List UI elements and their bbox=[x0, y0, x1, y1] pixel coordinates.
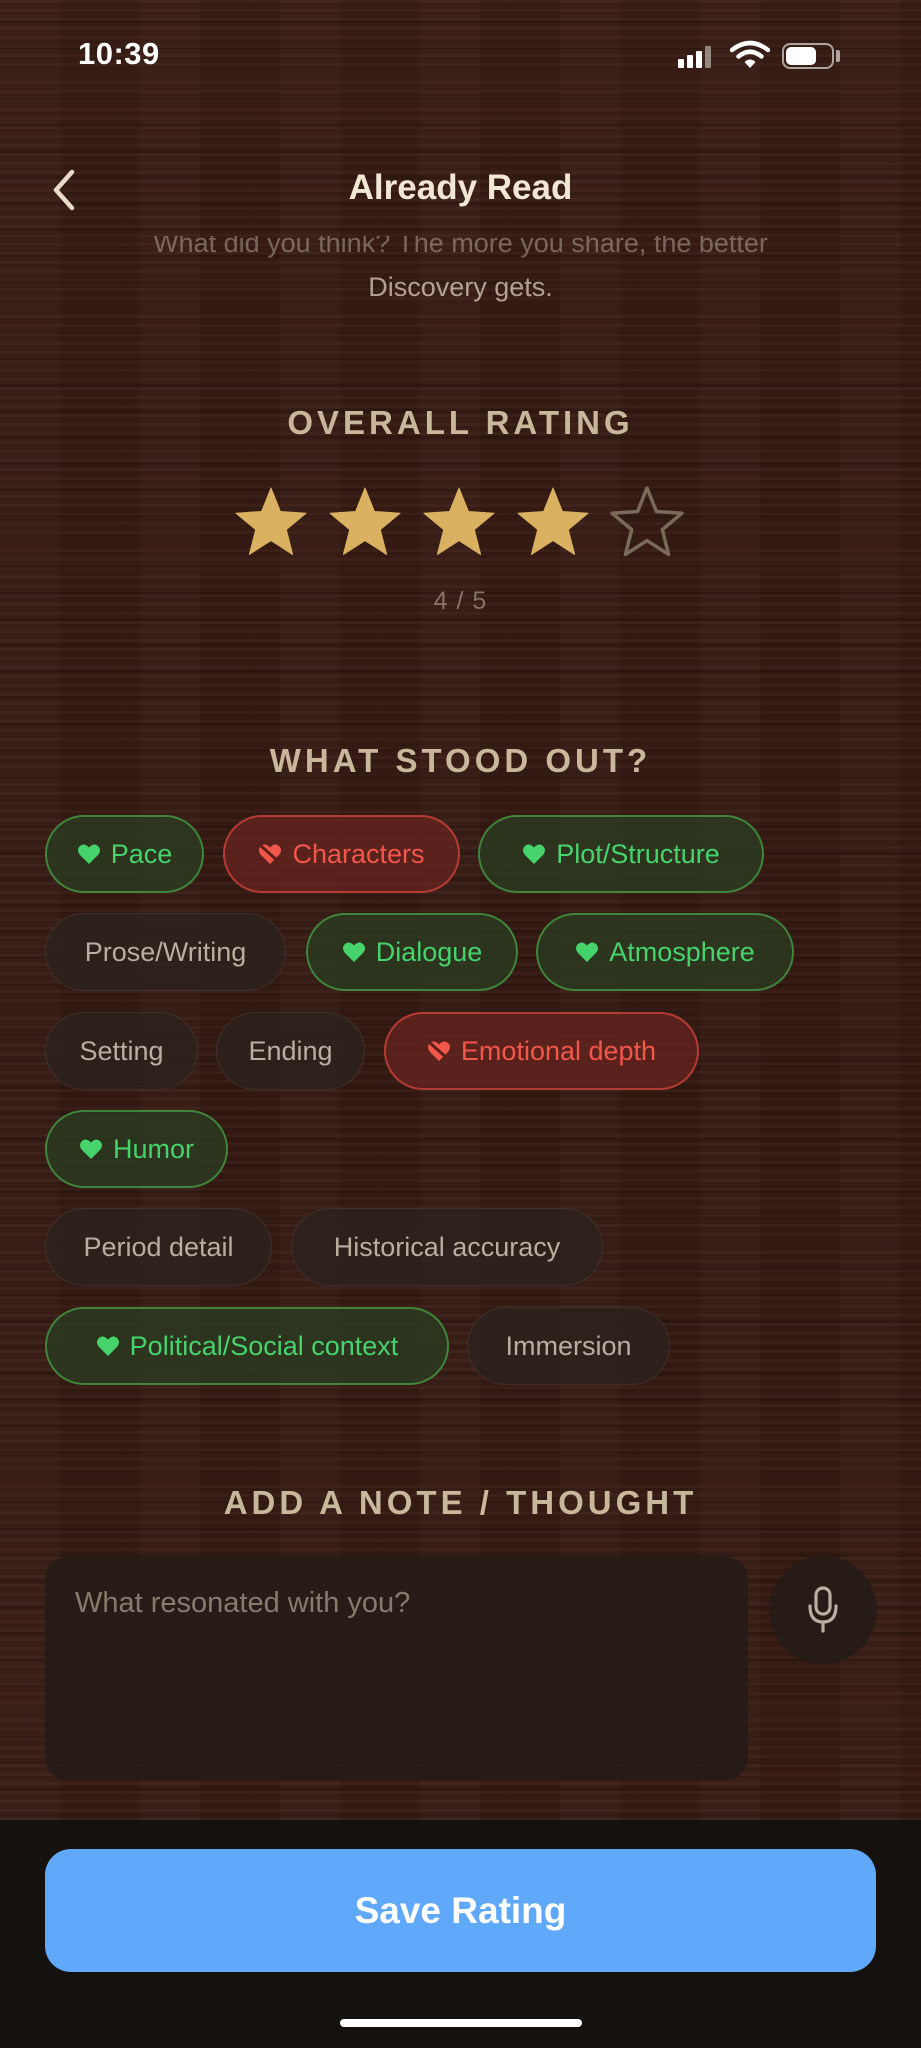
chip-prose-writing[interactable]: Prose/Writing bbox=[45, 913, 286, 991]
heart-icon bbox=[77, 843, 101, 865]
chip-label: Historical accuracy bbox=[333, 1231, 561, 1262]
heart-icon bbox=[575, 941, 599, 963]
chip-label: Period detail bbox=[83, 1231, 234, 1262]
chip-label: Characters bbox=[292, 838, 425, 869]
heart-crossed-icon bbox=[258, 843, 282, 865]
chip-atmosphere[interactable]: Atmosphere bbox=[536, 913, 794, 991]
heart-icon bbox=[522, 843, 546, 865]
chip-humor[interactable]: Humor bbox=[45, 1110, 228, 1188]
chip-label: Plot/Structure bbox=[556, 838, 720, 869]
save-rating-button[interactable]: Save Rating bbox=[45, 1849, 876, 1972]
chip-pace[interactable]: Pace bbox=[45, 815, 204, 893]
status-time: 10:39 bbox=[78, 36, 160, 71]
chip-plot-structure[interactable]: Plot/Structure bbox=[478, 815, 764, 893]
star-filled-icon[interactable] bbox=[514, 484, 592, 562]
chip-setting[interactable]: Setting bbox=[45, 1012, 198, 1090]
chip-characters[interactable]: Characters bbox=[223, 815, 460, 893]
wifi-icon bbox=[729, 40, 771, 70]
chip-period-detail[interactable]: Period detail bbox=[45, 1208, 272, 1286]
chip-ending[interactable]: Ending bbox=[216, 1012, 365, 1090]
chip-historical-accuracy[interactable]: Historical accuracy bbox=[291, 1208, 603, 1286]
page-title: Already Read bbox=[348, 168, 573, 207]
stood-out-heading: WHAT STOOD OUT? bbox=[269, 742, 652, 779]
intro-line-partial: What did you think? The more you share, … bbox=[153, 236, 768, 258]
chip-label: Immersion bbox=[505, 1330, 632, 1361]
note-input[interactable] bbox=[45, 1557, 748, 1780]
rating-caption: 4 / 5 bbox=[433, 587, 488, 615]
chip-label: Prose/Writing bbox=[84, 936, 247, 967]
cellular-signal-icon bbox=[678, 44, 714, 68]
overall-rating-heading: OVERALL RATING bbox=[287, 404, 634, 441]
chip-label: Atmosphere bbox=[609, 936, 755, 967]
star-filled-icon[interactable] bbox=[326, 484, 404, 562]
chip-label: Dialogue bbox=[375, 936, 483, 967]
star-empty-icon[interactable] bbox=[608, 484, 686, 562]
chip-emotional-depth[interactable]: Emotional depth bbox=[384, 1012, 699, 1090]
heart-icon bbox=[342, 941, 366, 963]
chip-label: Political/Social context bbox=[129, 1330, 399, 1361]
chip-immersion[interactable]: Immersion bbox=[467, 1307, 670, 1385]
star-filled-icon[interactable] bbox=[420, 484, 498, 562]
star-rating[interactable] bbox=[232, 484, 686, 564]
home-indicator bbox=[340, 2019, 582, 2027]
chip-label: Setting bbox=[79, 1035, 164, 1066]
intro-line-2: Discovery gets. bbox=[368, 272, 553, 302]
status-bar: 10:39 bbox=[0, 0, 921, 110]
mic-button[interactable] bbox=[769, 1556, 877, 1664]
chip-label: Ending bbox=[248, 1035, 333, 1066]
note-heading: ADD A NOTE / THOUGHT bbox=[223, 1484, 698, 1521]
battery-tip bbox=[836, 50, 840, 62]
chip-label: Pace bbox=[110, 838, 173, 869]
heart-icon bbox=[96, 1335, 120, 1357]
note-box bbox=[45, 1557, 748, 1780]
chip-label: Emotional depth bbox=[460, 1035, 657, 1066]
chip-label: Humor bbox=[112, 1133, 194, 1164]
battery-icon bbox=[782, 43, 834, 69]
chip-dialogue[interactable]: Dialogue bbox=[306, 913, 518, 991]
heart-crossed-icon bbox=[427, 1040, 451, 1062]
heart-icon bbox=[79, 1138, 103, 1160]
microphone-icon bbox=[808, 1586, 838, 1633]
intro-text: What did you think? The more you share, … bbox=[60, 236, 861, 308]
chip-political-social-context[interactable]: Political/Social context bbox=[45, 1307, 449, 1385]
star-filled-icon[interactable] bbox=[232, 484, 310, 562]
